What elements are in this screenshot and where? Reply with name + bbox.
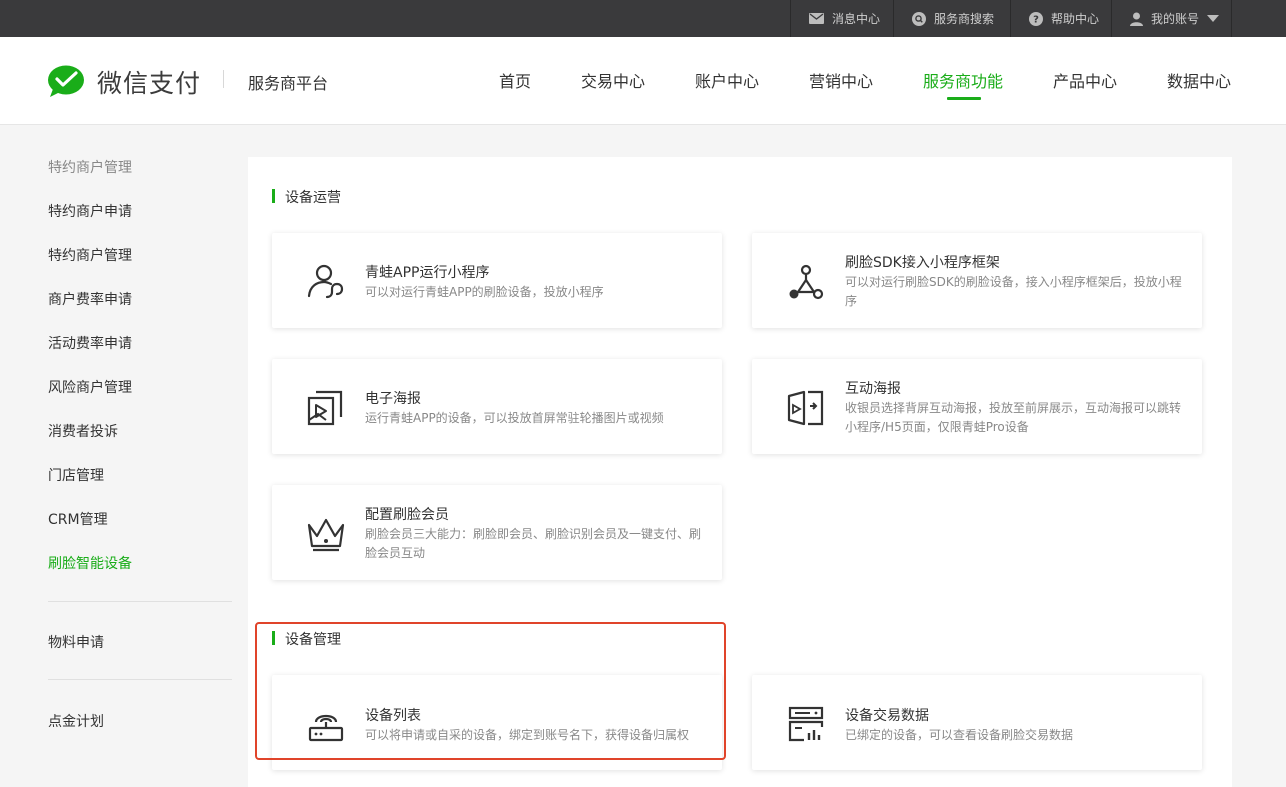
card-face-membership[interactable]: 配置刷脸会员 刷脸会员三大能力：刷脸即会员、刷脸识别会员及一键支付、刷脸会员互动 <box>272 485 722 580</box>
sidebar-item-store[interactable]: 门店管理 <box>48 465 104 485</box>
card-description: 可以对运行青蛙APP的刷脸设备，投放小程序 <box>365 285 604 299</box>
sidebar-item-merchant-manage[interactable]: 特约商户管理 <box>48 245 132 265</box>
card-title: 刷脸SDK接入小程序框架 <box>845 255 1000 271</box>
card-digital-poster[interactable]: 电子海报 运行青蛙APP的设备，可以投放首屏常驻轮播图片或视频 <box>272 359 722 454</box>
provider-search-label: 服务商搜索 <box>934 12 995 26</box>
crown-icon <box>307 518 345 552</box>
sidebar-item-activity-fee[interactable]: 活动费率申请 <box>48 333 132 353</box>
video-poster-icon <box>307 390 343 426</box>
nav-account-center[interactable]: 账户中心 <box>695 68 759 92</box>
header-divider <box>223 70 224 88</box>
network-nodes-icon <box>789 264 824 300</box>
sidebar-item-face-device[interactable]: 刷脸智能设备 <box>48 553 132 573</box>
help-label: 帮助中心 <box>1051 12 1100 26</box>
sidebar-item-crm[interactable]: CRM管理 <box>48 509 108 529</box>
wechat-pay-logo-icon <box>48 65 84 97</box>
card-interactive-poster[interactable]: 互动海报 收银员选择背屏互动海报，投放至前屏展示，互动海报可以跳转小程序/H5页… <box>752 359 1202 454</box>
nav-home[interactable]: 首页 <box>499 68 531 92</box>
card-description: 刷脸会员三大能力：刷脸即会员、刷脸识别会员及一键支付、刷脸会员互动 <box>365 527 702 560</box>
card-frog-app-miniprogram[interactable]: 青蛙APP运行小程序 可以对运行青蛙APP的刷脸设备，投放小程序 <box>272 233 722 328</box>
search-icon <box>912 11 926 26</box>
help-link[interactable]: ? 帮助中心 <box>1010 0 1110 37</box>
top-bar: 消息中心 服务商搜索 ? 帮助中心 我的账号 <box>0 0 1286 37</box>
card-description: 可以对运行刷脸SDK的刷脸设备，接入小程序框架后，投放小程序 <box>845 275 1182 308</box>
card-title: 互动海报 <box>845 381 901 397</box>
active-nav-indicator <box>947 97 981 100</box>
mail-icon <box>809 13 824 24</box>
messages-label: 消息中心 <box>832 12 881 26</box>
sidebar-item-complaints[interactable]: 消费者投诉 <box>48 421 118 441</box>
sidebar-divider <box>48 679 232 680</box>
site-header: 微信支付 服务商平台 首页 交易中心 账户中心 营销中心 服务商功能 产品中心 … <box>0 37 1286 125</box>
chevron-down-icon <box>1207 15 1220 22</box>
nav-provider-functions[interactable]: 服务商功能 <box>923 68 1003 92</box>
nav-product-center[interactable]: 产品中心 <box>1053 68 1117 92</box>
section-title-operation: 设备运营 <box>272 187 341 207</box>
interactive-poster-icon <box>787 390 824 426</box>
user-icon <box>1130 12 1143 26</box>
sidebar-item-material[interactable]: 物料申请 <box>48 632 104 652</box>
nav-data-center[interactable]: 数据中心 <box>1167 68 1231 92</box>
nav-trade-center[interactable]: 交易中心 <box>581 68 645 92</box>
sidebar-group-title: 特约商户管理 <box>48 160 132 176</box>
card-description: 收银员选择背屏互动海报，投放至前屏展示，互动海报可以跳转小程序/H5页面，仅限青… <box>845 401 1182 434</box>
messages-link[interactable]: 消息中心 <box>790 0 892 37</box>
card-title: 配置刷脸会员 <box>365 507 449 523</box>
account-menu[interactable]: 我的账号 <box>1111 0 1232 37</box>
svg-text:?: ? <box>1033 14 1039 25</box>
sidebar-divider <box>48 601 232 602</box>
nav-marketing-center[interactable]: 营销中心 <box>809 68 873 92</box>
highlight-frame <box>255 622 726 760</box>
card-description: 运行青蛙APP的设备，可以投放首屏常驻轮播图片或视频 <box>365 411 664 425</box>
sidebar-item-merchant-apply[interactable]: 特约商户申请 <box>48 201 132 221</box>
card-device-transaction-data[interactable]: 设备交易数据 已绑定的设备，可以查看设备刷脸交易数据 <box>752 675 1202 770</box>
user-link-icon <box>307 264 344 299</box>
logo-text: 微信支付 <box>97 69 202 98</box>
sidebar-item-gold-plan[interactable]: 点金计划 <box>48 711 104 731</box>
provider-search-link[interactable]: 服务商搜索 <box>893 0 1010 37</box>
card-title: 青蛙APP运行小程序 <box>365 265 490 281</box>
card-title: 设备交易数据 <box>845 708 929 724</box>
account-label: 我的账号 <box>1151 12 1200 26</box>
card-description: 已绑定的设备，可以查看设备刷脸交易数据 <box>845 728 1074 742</box>
platform-title: 服务商平台 <box>248 74 329 93</box>
help-icon: ? <box>1029 11 1043 26</box>
wechat-pay-logo[interactable]: 微信支付 <box>47 64 201 100</box>
sidebar: 特约商户管理 特约商户申请 特约商户管理 商户费率申请 活动费率申请 风险商户管… <box>0 125 248 787</box>
card-face-sdk-framework[interactable]: 刷脸SDK接入小程序框架 可以对运行刷脸SDK的刷脸设备，接入小程序框架后，投放… <box>752 233 1202 328</box>
sidebar-item-risk-merchant[interactable]: 风险商户管理 <box>48 377 132 397</box>
card-title: 电子海报 <box>365 391 421 407</box>
device-data-icon <box>788 706 824 742</box>
sidebar-item-fee-apply[interactable]: 商户费率申请 <box>48 289 132 309</box>
